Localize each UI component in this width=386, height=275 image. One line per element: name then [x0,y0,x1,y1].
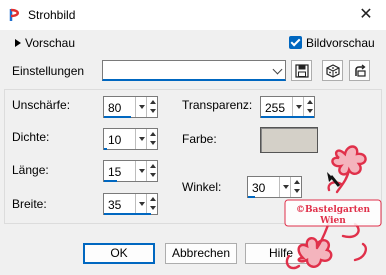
length-value[interactable]: 15 [108,165,121,179]
preview-label[interactable]: Vorschau [25,36,75,50]
transparency-value[interactable]: 255 [265,101,285,115]
width-label: Breite: [12,197,47,211]
expand-preview-icon[interactable] [15,39,21,47]
reset-button[interactable] [349,60,370,81]
randomize-button[interactable] [322,60,343,81]
blur-value[interactable]: 80 [108,101,121,115]
watermark-logo: ©Bastelgarten Wien [284,145,382,270]
settings-label: Einstellungen [12,64,85,78]
preview-checkbox-label[interactable]: Bildvorschau [306,36,375,50]
blur-label: Unschärfe: [12,98,71,112]
reset-icon [354,63,366,77]
density-dropdown[interactable] [135,129,146,149]
length-dropdown[interactable] [135,161,146,181]
width-stepper[interactable] [146,194,157,214]
dice-icon [325,63,340,78]
save-icon [294,63,309,78]
close-icon[interactable]: ✕ [352,3,380,27]
density-spinbox[interactable]: 10 [103,128,158,150]
app-icon [9,8,19,21]
blur-stepper[interactable] [146,97,157,117]
title-bar: Strohbild ✕ [0,0,386,30]
chevron-down-icon[interactable] [272,64,283,75]
density-value[interactable]: 10 [108,133,121,147]
blur-spinbox[interactable]: 80 [103,96,158,118]
width-spinbox[interactable]: 35 [103,193,158,215]
transparency-label: Transparenz: [182,98,253,112]
cancel-button[interactable]: Abbrechen [165,243,237,264]
preview-checkbox[interactable] [289,36,302,49]
save-preset-button[interactable] [291,60,312,81]
length-stepper[interactable] [146,161,157,181]
watermark-line2: Wien [319,216,346,226]
transparency-dropdown[interactable] [292,97,303,117]
blur-dropdown[interactable] [135,97,146,117]
transparency-spinbox[interactable]: 255 [260,96,315,118]
width-value[interactable]: 35 [108,198,121,212]
color-label: Farbe: [182,132,217,146]
settings-combo[interactable] [102,60,286,81]
angle-value[interactable]: 30 [252,181,265,195]
angle-label: Winkel: [182,180,222,194]
watermark-line1: ©Bastelgarten [296,205,371,215]
ok-button[interactable]: OK [83,243,155,264]
window-title: Strohbild [28,8,76,22]
length-spinbox[interactable]: 15 [103,160,158,182]
length-label: Länge: [12,163,49,177]
density-stepper[interactable] [146,129,157,149]
density-label: Dichte: [12,130,50,144]
transparency-stepper[interactable] [303,97,314,117]
width-dropdown[interactable] [135,194,146,214]
